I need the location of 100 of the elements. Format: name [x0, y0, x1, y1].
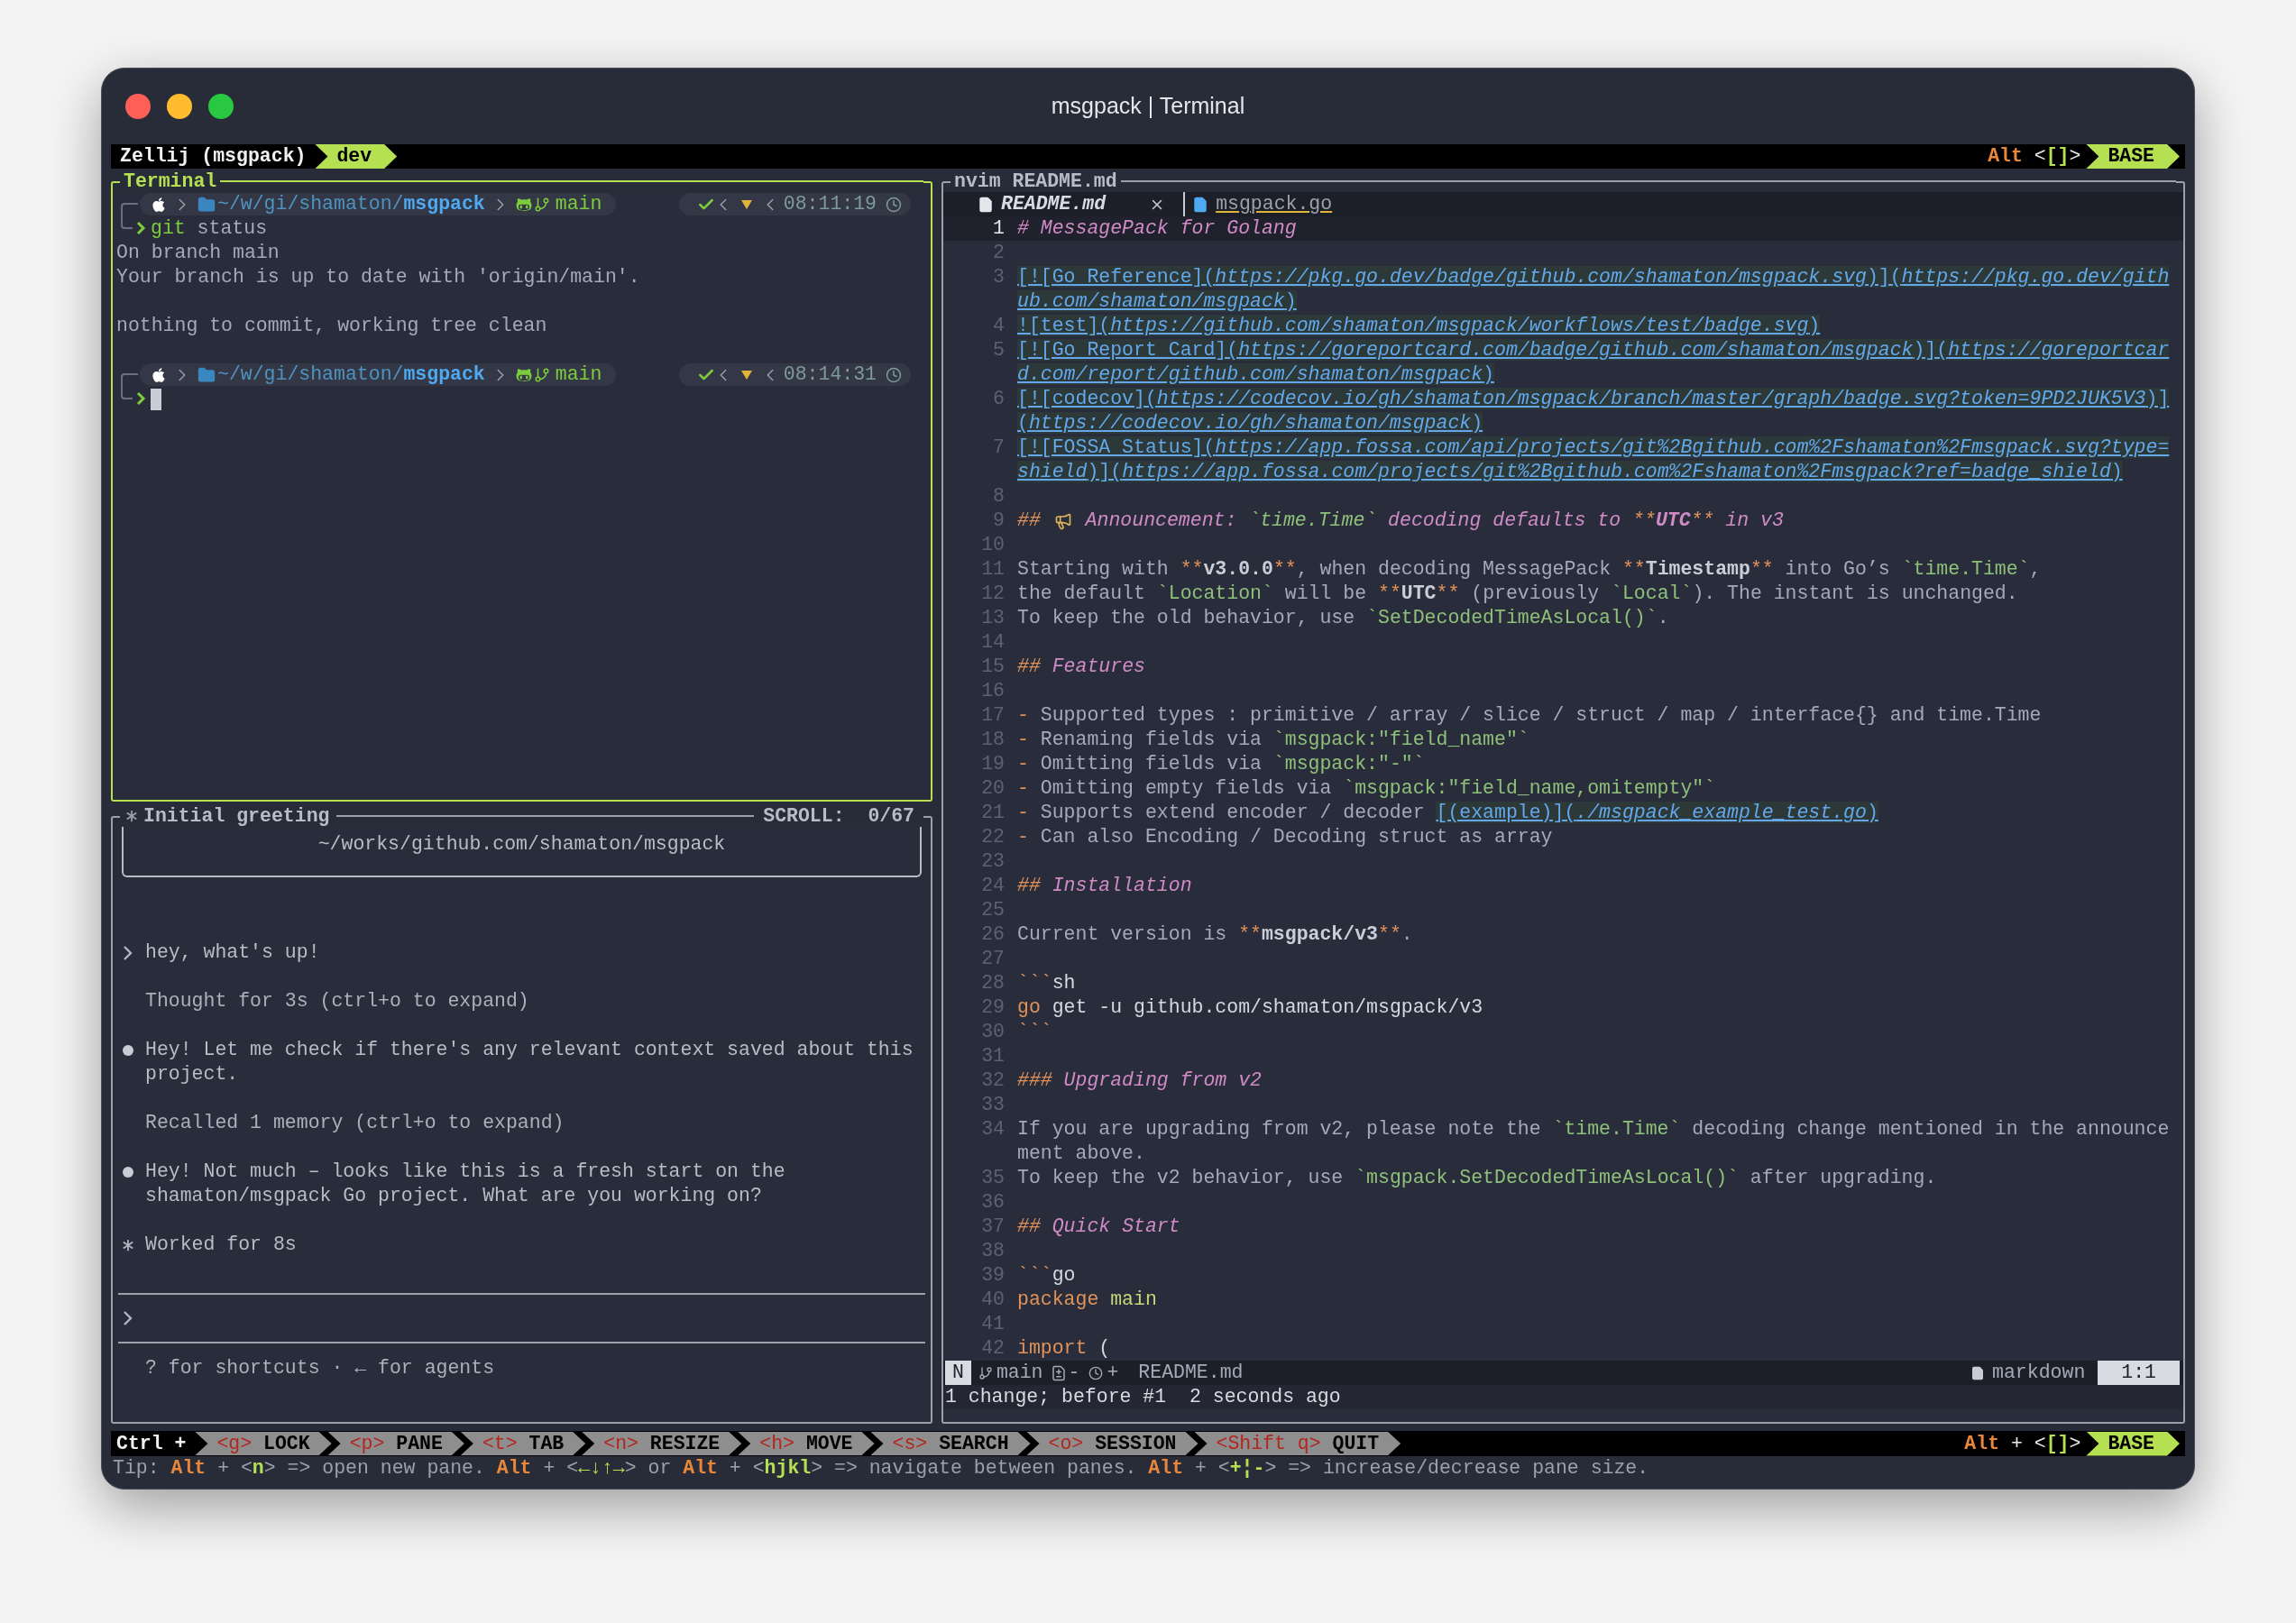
github-icon — [515, 366, 532, 383]
shortcut-hint: Alt + <[]> — [1964, 1431, 2081, 1456]
diff-icon — [1050, 1364, 1067, 1381]
code-line: [![Go Report Card](https://goreportcard.com/badge/github.com/shamaton/msgpack)](https://goreportcar — [1017, 338, 2170, 362]
keybinding-hint: <o> SESSION — [1026, 1432, 1199, 1455]
tip-text: Tip: Alt + <n> => open new pane. Alt + <←↓↑→> or Alt + <hjkl> => navigate between panes. Alt + <+¦-> => increase/decrease pane size. — [112, 1456, 1650, 1481]
asterisk-icon — [122, 1238, 134, 1252]
mode-badge: N — [945, 1361, 971, 1385]
branch-icon — [533, 196, 550, 213]
code-line: - Omitting empty fields via `msgpack:"field_name,omitempty"` — [1017, 776, 1716, 801]
prompt-bracket-icon — [120, 203, 140, 216]
keybinding-hint: <h> MOVE — [738, 1432, 875, 1455]
chat-message: hey, what's up! — [145, 940, 321, 965]
git-branch: main — [555, 192, 602, 216]
diff-count: - — [1068, 1361, 1080, 1385]
shortcut-hint: Alt <[]> — [1988, 144, 2081, 169]
branch-icon — [533, 366, 550, 383]
apple-icon — [151, 196, 167, 213]
cursor-position: 1:1 — [2098, 1361, 2180, 1385]
code-line: ## Installation — [1017, 874, 1192, 898]
command-message: 1 change; before #1 2 seconds ago — [943, 1385, 2183, 1409]
code-line: Current version is **msgpack/v3**. — [1017, 922, 1413, 947]
git-branch: main — [996, 1361, 1043, 1385]
shortcuts-hint: ? for shortcuts · ← for agents — [144, 1356, 496, 1380]
code-line: ```sh — [1017, 971, 1076, 995]
bullet-icon — [122, 1166, 134, 1178]
file-icon — [1192, 196, 1209, 213]
pane-title: Terminal — [123, 169, 218, 194]
file-name: README.md — [1138, 1361, 1244, 1385]
keybinding-hint: <n> RESIZE — [582, 1432, 742, 1455]
branch-icon — [978, 1365, 993, 1380]
triangle-icon — [739, 198, 753, 210]
code-line: - Supported types : primitive / array / slice / struct / map / interface{} and time.Time — [1017, 703, 2042, 728]
chat-message: Thought for 3s (ctrl+o to expand) — [145, 989, 530, 1013]
code-line: Announcement: `time.Time` decoding defaults to **UTC** in v3 — [1083, 509, 1784, 533]
code-line: - Omitting fields via `msgpack:"-"` — [1017, 752, 1425, 776]
megaphone-icon — [1053, 511, 1072, 530]
code-line: ![test](https://github.com/shamaton/msgpack/workflows/test/badge.svg) — [1017, 314, 1821, 338]
pane-title: nvim README.md — [953, 169, 1118, 194]
code-line: ment above. — [1017, 1142, 1145, 1166]
code-line: - Can also Encoding / Decoding struct as array — [1017, 825, 1553, 849]
code-line: To keep the old behavior, use `SetDecodedTimeAsLocal()`. — [1017, 606, 1669, 630]
tab[interactable]: dev — [315, 144, 398, 169]
code-line: import ( — [1017, 1336, 1111, 1361]
code-line: ## Quick Start — [1017, 1215, 1180, 1239]
asterisk-icon — [125, 810, 138, 822]
code-line: If you are upgrading from v2, please note the `time.Time` decoding change mentioned in the announce — [1017, 1117, 2170, 1142]
github-icon — [515, 196, 532, 213]
git-branch: main — [555, 362, 602, 387]
history-count: + — [1107, 1361, 1119, 1385]
code-line: ## Features — [1017, 655, 1145, 679]
prompt-path: ~/w/gi/shamaton/msgpack — [217, 192, 485, 216]
modifier-label: Ctrl + — [115, 1431, 188, 1456]
keybinding-hint: <Shift q> QUIT — [1194, 1432, 1401, 1455]
bullet-icon — [122, 1044, 134, 1057]
terminal-output-line: nothing to commit, working tree clean — [116, 314, 548, 338]
session-name: Zellij (msgpack) — [119, 144, 308, 169]
code-line: Starting with **v3.0.0**, when decoding MessagePack **Timestamp** into Go’s `time.Time`, — [1017, 557, 2042, 582]
command-line: git status — [151, 216, 268, 241]
code-line: [![Go Reference](https://pkg.go.dev/badge/github.com/shamaton/msgpack.svg)](https://pkg.go.dev/gith — [1017, 265, 2170, 289]
triangle-icon — [739, 369, 753, 381]
window-title: msgpack | Terminal — [1051, 92, 1245, 121]
file-icon — [1970, 1365, 1986, 1380]
zoom-button[interactable] — [208, 94, 234, 119]
apple-icon — [151, 366, 167, 383]
code-line: ``` — [1017, 1020, 1052, 1044]
mode-indicator: BASE — [2086, 144, 2180, 169]
prompt-bracket-icon — [120, 373, 140, 387]
working-directory: ~/works/github.com/shamaton/msgpack — [317, 832, 726, 857]
mode-indicator: BASE — [2086, 1431, 2180, 1456]
terminal-output-line: On branch main — [116, 241, 280, 265]
pane-title: Initial greeting — [143, 803, 331, 829]
code-line: ## — [1017, 509, 1042, 533]
prompt-time: 08:14:31 — [783, 362, 877, 387]
code-line: go get -u github.com/shamaton/msgpack/v3 — [1017, 995, 1483, 1020]
keybinding-hint: <g> LOCK — [195, 1432, 332, 1455]
code-line: To keep the v2 behavior, use `msgpack.SetDecodedTimeAsLocal()` after upgrading. — [1017, 1166, 1937, 1190]
chat-message: Hey! Let me check if there's any relevant context saved about this project. — [145, 1038, 914, 1087]
code-line: ```go — [1017, 1263, 1076, 1288]
prompt-time: 08:11:19 — [783, 192, 877, 216]
code-line: d.com/report/github.com/shamaton/msgpack) — [1017, 362, 1494, 387]
code-line: shield)](https://app.fossa.com/projects/git%2Bgithub.com%2Fshamaton%2Fmsgpack?ref=badge_shield) — [1017, 460, 2123, 484]
code-line: (https://codecov.io/gh/shamaton/msgpack) — [1017, 411, 1483, 436]
clock-icon — [886, 196, 902, 213]
clock-icon — [1088, 1365, 1104, 1380]
keybinding-hint: <p> PANE — [327, 1432, 464, 1455]
keybinding-hint: <s> SEARCH — [870, 1432, 1031, 1455]
folder-icon — [197, 195, 216, 214]
keybinding-hint: <t> TAB — [460, 1432, 586, 1455]
chat-message: Recalled 1 memory (ctrl+o to expand) — [145, 1111, 565, 1135]
editor-tab[interactable]: msgpack.go — [1185, 192, 1351, 216]
message-input[interactable] — [118, 1293, 925, 1343]
code-line: ### Upgrading from v2 — [1017, 1068, 1262, 1093]
code-line: # MessagePack for Golang — [1017, 216, 1297, 241]
terminal-output-line: Your branch is up to date with 'origin/main'. — [116, 265, 641, 289]
code-line: ub.com/shamaton/msgpack) — [1017, 289, 1297, 314]
minimize-button[interactable] — [167, 94, 192, 119]
close-button[interactable] — [125, 94, 151, 119]
code-line: - Supports extend encoder / decoder [(example)](./msgpack_example_test.go) — [1017, 801, 1878, 825]
code-line: package main — [1017, 1288, 1157, 1312]
